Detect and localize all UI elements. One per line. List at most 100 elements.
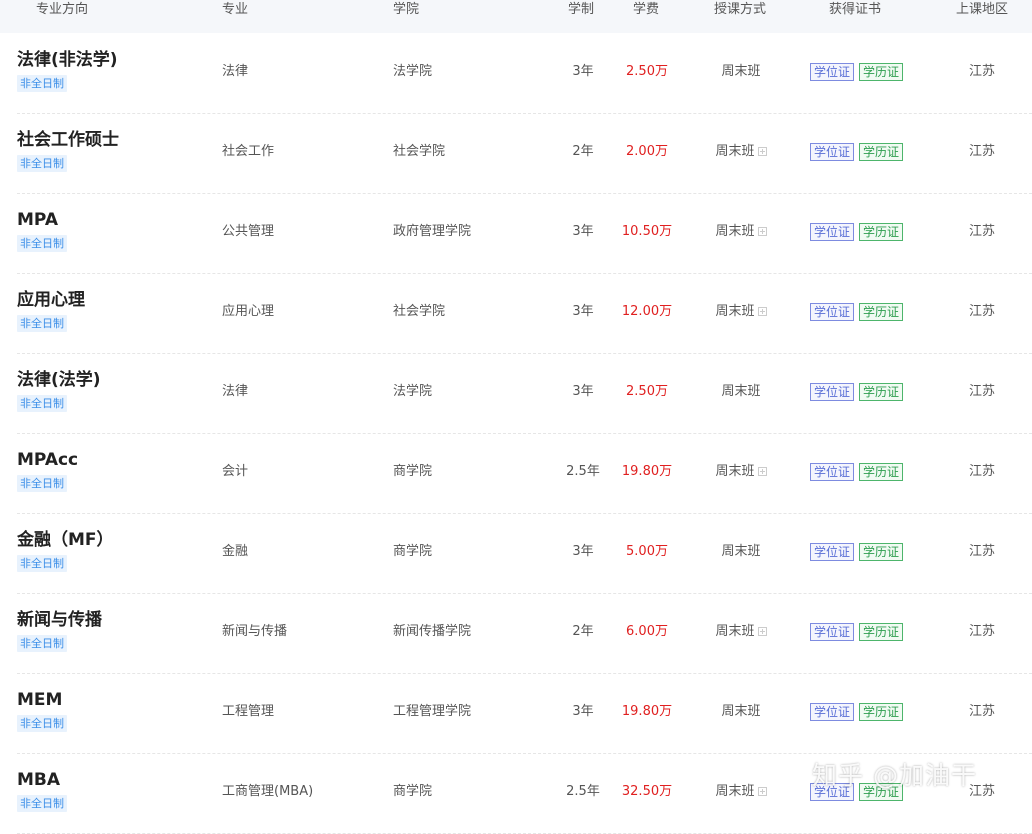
fee-cell: 2.50万 (626, 64, 668, 79)
college-cell: 新闻传播学院 (393, 624, 472, 639)
fee-cell: 19.80万 (621, 704, 673, 719)
header-mode: 授课方式 (714, 2, 767, 17)
degree-certificate-tag: 学位证 (810, 623, 855, 641)
header-college: 学院 (393, 2, 420, 17)
duration-cell: 3年 (572, 544, 594, 559)
teaching-mode-label: 周末班 (721, 384, 761, 399)
duration-cell: 3年 (572, 224, 594, 239)
region-cell: 江苏 (969, 384, 996, 399)
diploma-certificate-tag: 学历证 (859, 223, 904, 241)
teaching-mode-cell: 周末班 (701, 302, 781, 322)
header-direction: 专业方向 (36, 2, 89, 17)
teaching-mode-cell: 周末班 (701, 462, 781, 482)
table-row[interactable]: 应用心理 非全日制 应用心理 社会学院 3年 12.00万 周末班 学位证 学历证 江苏 (17, 273, 1032, 354)
region-cell: 江苏 (969, 144, 996, 159)
program-name[interactable]: 社会工作硕士 (17, 129, 119, 151)
region-cell: 江苏 (969, 224, 996, 239)
study-mode-badge: 非全日制 (17, 715, 67, 732)
diploma-certificate-tag: 学历证 (859, 543, 904, 561)
major-cell: 公共管理 (222, 224, 275, 239)
college-cell: 社会学院 (393, 144, 446, 159)
program-name[interactable]: 法律(非法学) (17, 49, 118, 71)
teaching-mode-cell: 周末班 (701, 382, 781, 402)
major-cell: 会计 (222, 464, 249, 479)
expand-plus-icon[interactable] (757, 147, 767, 156)
study-mode-badge: 非全日制 (17, 475, 67, 492)
duration-cell: 3年 (572, 64, 594, 79)
study-mode-badge: 非全日制 (17, 555, 67, 572)
major-cell: 工商管理(MBA) (222, 784, 314, 799)
table-row[interactable]: MPAcc 非全日制 会计 商学院 2.5年 19.80万 周末班 学位证 学历证 江苏 (17, 433, 1032, 514)
college-cell: 政府管理学院 (393, 224, 472, 239)
diploma-certificate-tag: 学历证 (859, 63, 904, 81)
region-cell: 江苏 (969, 304, 996, 319)
program-name[interactable]: 应用心理 (17, 289, 85, 311)
duration-cell: 2.5年 (566, 464, 600, 479)
teaching-mode-label: 周末班 (715, 224, 755, 239)
duration-cell: 2年 (572, 624, 594, 639)
table-row[interactable]: 新闻与传播 非全日制 新闻与传播 新闻传播学院 2年 6.00万 周末班 学位证 学历证 江苏 (17, 593, 1032, 674)
table-header: 专业方向 专业 学院 学制 学费 授课方式 获得证书 上课地区 (0, 0, 1032, 33)
expand-plus-icon[interactable] (757, 467, 767, 476)
program-name[interactable]: MEM (17, 689, 62, 711)
degree-certificate-tag: 学位证 (810, 383, 855, 401)
region-cell: 江苏 (969, 64, 996, 79)
program-name[interactable]: MBA (17, 769, 60, 791)
degree-certificate-tag: 学位证 (810, 703, 855, 721)
header-major: 专业 (222, 2, 249, 17)
teaching-mode-cell: 周末班 (701, 542, 781, 562)
table-row[interactable]: 法律(非法学) 非全日制 法律 法学院 3年 2.50万 周末班 学位证 学历证 江苏 (17, 33, 1032, 114)
degree-certificate-tag: 学位证 (810, 63, 855, 81)
study-mode-badge: 非全日制 (17, 235, 67, 252)
major-cell: 工程管理 (222, 704, 275, 719)
study-mode-badge: 非全日制 (17, 75, 67, 92)
study-mode-badge: 非全日制 (17, 635, 67, 652)
degree-certificate-tag: 学位证 (810, 303, 855, 321)
expand-plus-icon[interactable] (757, 787, 767, 796)
fee-cell: 19.80万 (621, 464, 673, 479)
table-row[interactable]: 法律(法学) 非全日制 法律 法学院 3年 2.50万 周末班 学位证 学历证 江苏 (17, 353, 1032, 434)
major-cell: 新闻与传播 (222, 624, 288, 639)
college-cell: 商学院 (393, 784, 433, 799)
duration-cell: 2.5年 (566, 784, 600, 799)
teaching-mode-label: 周末班 (721, 704, 761, 719)
header-duration: 学制 (568, 2, 595, 17)
fee-cell: 2.00万 (626, 144, 668, 159)
header-fee: 学费 (633, 2, 660, 17)
region-cell: 江苏 (969, 464, 996, 479)
expand-plus-icon[interactable] (757, 307, 767, 316)
program-name[interactable]: MPAcc (17, 449, 78, 471)
expand-plus-icon[interactable] (757, 627, 767, 636)
diploma-certificate-tag: 学历证 (859, 623, 904, 641)
teaching-mode-label: 周末班 (715, 464, 755, 479)
table-row[interactable]: 金融（MF） 非全日制 金融 商学院 3年 5.00万 周末班 学位证 学历证 江苏 (17, 513, 1032, 594)
region-cell: 江苏 (969, 544, 996, 559)
degree-certificate-tag: 学位证 (810, 543, 855, 561)
teaching-mode-label: 周末班 (715, 624, 755, 639)
region-cell: 江苏 (969, 704, 996, 719)
teaching-mode-cell: 周末班 (701, 622, 781, 642)
table-row[interactable]: 社会工作硕士 非全日制 社会工作 社会学院 2年 2.00万 周末班 学位证 学历证 江苏 (17, 113, 1032, 194)
table-row[interactable]: MEM 非全日制 工程管理 工程管理学院 3年 19.80万 周末班 学位证 学历证 江苏 (17, 673, 1032, 754)
college-cell: 商学院 (393, 464, 433, 479)
fee-cell: 10.50万 (621, 224, 673, 239)
major-cell: 应用心理 (222, 304, 275, 319)
major-cell: 法律 (222, 384, 249, 399)
study-mode-badge: 非全日制 (17, 795, 67, 812)
expand-plus-icon[interactable] (757, 227, 767, 236)
duration-cell: 3年 (572, 384, 594, 399)
major-cell: 金融 (222, 544, 249, 559)
college-cell: 法学院 (393, 64, 433, 79)
teaching-mode-cell: 周末班 (701, 222, 781, 242)
duration-cell: 2年 (572, 144, 594, 159)
program-name[interactable]: 金融（MF） (17, 529, 114, 551)
study-mode-badge: 非全日制 (17, 155, 67, 172)
diploma-certificate-tag: 学历证 (859, 143, 904, 161)
program-name[interactable]: 新闻与传播 (17, 609, 102, 631)
table-row[interactable]: MPA 非全日制 公共管理 政府管理学院 3年 10.50万 周末班 学位证 学历证 江苏 (17, 193, 1032, 274)
diploma-certificate-tag: 学历证 (859, 303, 904, 321)
program-name[interactable]: MPA (17, 209, 58, 231)
fee-cell: 5.00万 (626, 544, 668, 559)
program-name[interactable]: 法律(法学) (17, 369, 101, 391)
college-cell: 商学院 (393, 544, 433, 559)
